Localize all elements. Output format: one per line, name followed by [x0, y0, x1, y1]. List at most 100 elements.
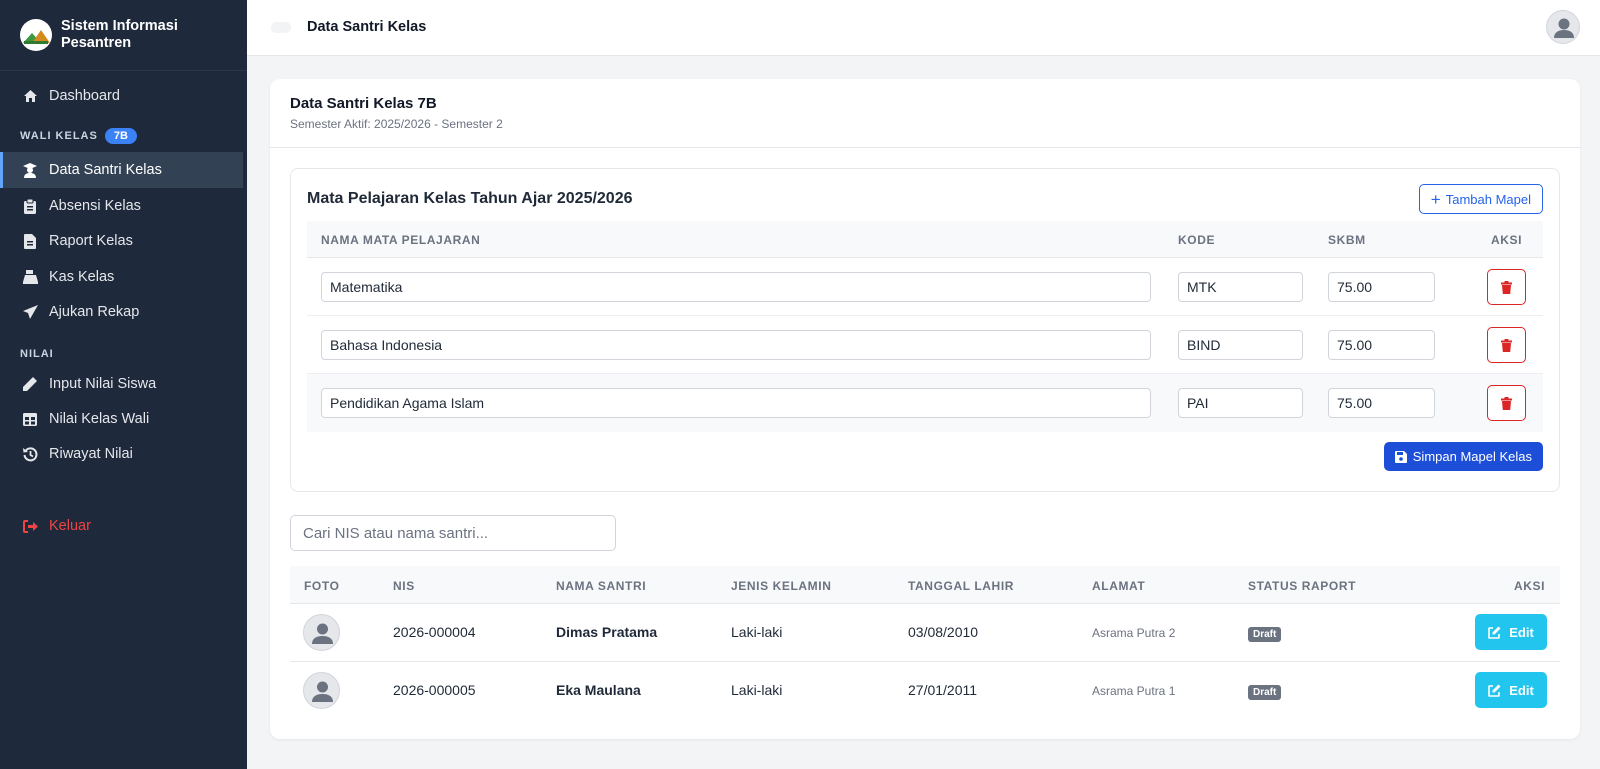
sidebar: Sistem Informasi Pesantren Dashboard WAL… [0, 0, 247, 769]
table-row: 2026-000004 Dimas Pratama Laki-laki 03/0… [290, 604, 1560, 662]
sidebar-item-nilai-kelas-wali[interactable]: Nilai Kelas Wali [0, 401, 243, 437]
mapel-skbm-input[interactable] [1328, 272, 1435, 302]
sidebar-item-label: Ajukan Rekap [49, 304, 140, 320]
sidebar-item-riwayat-nilai[interactable]: Riwayat Nilai [0, 436, 243, 472]
table-row [307, 316, 1543, 374]
col-aksi: AKSI [1514, 579, 1546, 593]
santri-avatar [303, 672, 340, 709]
user-avatar[interactable] [1546, 10, 1580, 44]
user-icon [1554, 18, 1574, 38]
sidebar-item-kas-kelas[interactable]: Kas Kelas [0, 259, 243, 295]
sidebar-item-label: Nilai Kelas Wali [49, 411, 150, 427]
delete-mapel-button[interactable] [1487, 385, 1526, 421]
sign-out-icon [22, 518, 38, 534]
santri-gender: Laki-laki [731, 624, 783, 640]
edit-icon [1488, 626, 1501, 639]
table-row: 2026-000005 Eka Maulana Laki-laki 27/01/… [290, 662, 1560, 720]
cash-register-icon [22, 269, 38, 285]
sidebar-item-ajukan-rekap[interactable]: Ajukan Rekap [0, 294, 243, 330]
pencil-icon [22, 376, 38, 392]
trash-icon [1501, 396, 1512, 410]
table-header: FOTO NIS NAMA SANTRI JENIS KELAMIN TANGG… [290, 566, 1560, 604]
mapel-name-input[interactable] [321, 330, 1151, 360]
add-mapel-button[interactable]: + Tambah Mapel [1418, 184, 1543, 214]
table-row [307, 374, 1543, 432]
search-input[interactable] [290, 515, 616, 551]
semester-info: Semester Aktif: 2025/2026 - Semester 2 [290, 117, 503, 131]
paper-plane-icon [22, 304, 38, 320]
status-badge: Draft [1248, 685, 1282, 700]
col-status-raport: STATUS RAPORT [1248, 579, 1357, 593]
santri-address: Asrama Putra 2 [1092, 626, 1176, 640]
santri-nis: 2026-000004 [393, 624, 476, 640]
santri-table: FOTO NIS NAMA SANTRI JENIS KELAMIN TANGG… [290, 566, 1560, 720]
table-row [307, 258, 1543, 316]
section-label: WALI KELAS [20, 130, 98, 142]
sidebar-toggle-button[interactable] [271, 22, 291, 33]
santri-birthdate: 27/01/2011 [908, 682, 978, 698]
sidebar-item-label: Riwayat Nilai [49, 446, 133, 462]
col-tanggal-lahir: TANGGAL LAHIR [908, 579, 1015, 593]
button-label: Edit [1509, 624, 1534, 640]
page-title: Data Santri Kelas [307, 19, 427, 35]
delete-mapel-button[interactable] [1487, 269, 1526, 305]
button-label: Edit [1509, 682, 1534, 698]
mapel-name-input[interactable] [321, 388, 1151, 418]
santri-nis: 2026-000005 [393, 682, 476, 698]
col-alamat: ALAMAT [1092, 579, 1146, 593]
file-icon [22, 233, 38, 249]
santri-name: Eka Maulana [556, 682, 641, 698]
col-jenis-kelamin: JENIS KELAMIN [731, 579, 832, 593]
sidebar-item-raport-kelas[interactable]: Raport Kelas [0, 223, 243, 259]
sidebar-item-input-nilai-siswa[interactable]: Input Nilai Siswa [0, 366, 243, 402]
edit-santri-button[interactable]: Edit [1475, 614, 1547, 650]
app-title: Sistem Informasi Pesantren [61, 18, 178, 51]
col-aksi: AKSI [1491, 233, 1523, 247]
status-badge: Draft [1248, 627, 1282, 642]
mapel-name-input[interactable] [321, 272, 1151, 302]
history-icon [22, 446, 38, 462]
class-badge: 7B [104, 128, 137, 144]
table-header: NAMA MATA PELAJARAN KODE SKBM AKSI [307, 221, 1543, 258]
save-mapel-button[interactable]: Simpan Mapel Kelas [1383, 442, 1543, 471]
plus-icon: + [1430, 189, 1441, 209]
sidebar-item-data-santri-kelas[interactable]: Data Santri Kelas [0, 152, 243, 188]
col-foto: FOTO [304, 579, 340, 593]
sidebar-item-keluar[interactable]: Keluar [0, 508, 243, 544]
col-nama: NAMA MATA PELAJARAN [321, 233, 481, 247]
mapel-code-input[interactable] [1178, 330, 1303, 360]
edit-santri-button[interactable]: Edit [1475, 672, 1547, 708]
section-nilai: NILAI [20, 348, 54, 360]
sidebar-item-label: Raport Kelas [49, 233, 133, 249]
section-label: NILAI [20, 348, 54, 360]
mapel-code-input[interactable] [1178, 388, 1303, 418]
mapel-skbm-input[interactable] [1328, 388, 1435, 418]
clipboard-icon [22, 198, 38, 214]
santri-avatar [303, 614, 340, 651]
table-icon [22, 411, 38, 427]
sidebar-item-dashboard[interactable]: Dashboard [0, 78, 243, 114]
santri-name: Dimas Pratama [556, 624, 658, 640]
user-icon [312, 681, 333, 702]
sidebar-item-absensi-kelas[interactable]: Absensi Kelas [0, 188, 243, 224]
main-card: Data Santri Kelas 7B Semester Aktif: 202… [270, 79, 1580, 739]
col-nama: NAMA SANTRI [556, 579, 647, 593]
topbar: Data Santri Kelas [247, 0, 1600, 56]
edit-icon [1488, 684, 1501, 697]
mapel-code-input[interactable] [1178, 272, 1303, 302]
user-graduate-icon [22, 162, 38, 178]
card-title: Data Santri Kelas 7B [290, 95, 437, 112]
mapel-table: NAMA MATA PELAJARAN KODE SKBM AKSI [307, 221, 1543, 432]
trash-icon [1501, 338, 1512, 352]
save-icon [1394, 450, 1407, 463]
card-header: Data Santri Kelas 7B Semester Aktif: 202… [270, 79, 1580, 148]
delete-mapel-button[interactable] [1487, 327, 1526, 363]
mapel-skbm-input[interactable] [1328, 330, 1435, 360]
user-icon [312, 623, 333, 644]
sidebar-item-label: Dashboard [49, 88, 120, 104]
mapel-title: Mata Pelajaran Kelas Tahun Ajar 2025/202… [307, 190, 633, 207]
trash-icon [1501, 280, 1512, 294]
brand[interactable]: Sistem Informasi Pesantren [0, 0, 247, 71]
sidebar-item-label: Data Santri Kelas [49, 162, 162, 178]
section-wali-kelas: WALI KELAS 7B [20, 128, 137, 144]
